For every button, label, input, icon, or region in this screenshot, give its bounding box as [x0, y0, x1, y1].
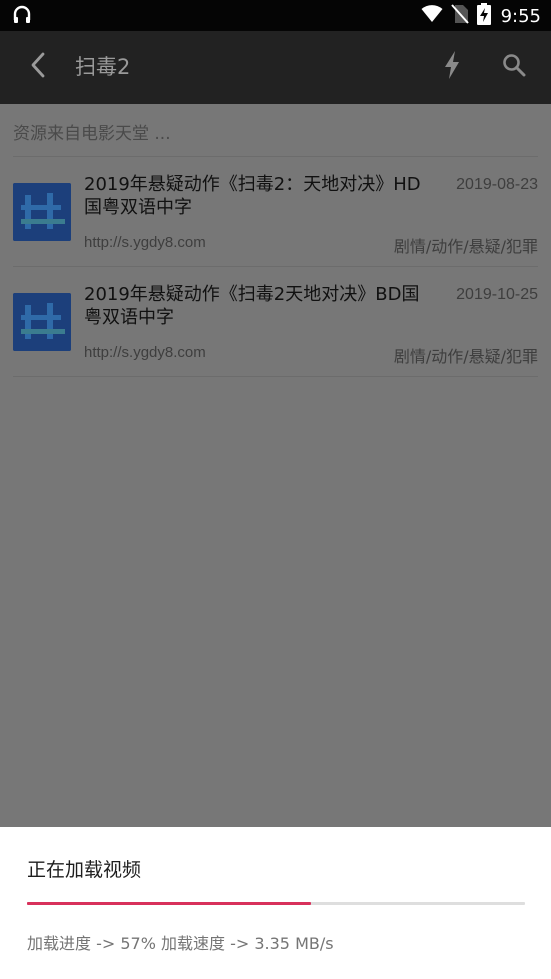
item-url: http://s.ygdy8.com: [84, 344, 206, 361]
loading-dialog: 正在加载视频 加载进度 -> 57% 加载速度 -> 3.35 MB/s: [0, 827, 551, 979]
back-arrow-icon: [30, 52, 46, 82]
status-icons: 9:55: [421, 3, 541, 29]
item-title: 2019年悬疑动作《扫毒2天地对决》BD国粤双语中字: [84, 284, 420, 328]
back-button[interactable]: [20, 49, 56, 85]
list-item[interactable]: 2019年悬疑动作《扫毒2天地对决》BD国粤双语中字 2019-10-25 ht…: [0, 267, 551, 377]
item-date: 2019-08-23: [456, 176, 538, 193]
no-sim-icon: [450, 4, 469, 28]
dialog-title: 正在加载视频: [27, 859, 142, 881]
app-bar: 扫毒2: [0, 31, 551, 104]
wifi-icon: [421, 5, 443, 27]
flash-button[interactable]: [436, 49, 468, 85]
divider: [13, 376, 538, 377]
item-tags: 剧情/动作/悬疑/犯罪: [393, 237, 538, 256]
status-time: 9:55: [500, 5, 541, 27]
loading-status: 加载进度 -> 57% 加载速度 -> 3.35 MB/s: [27, 934, 334, 953]
item-title: 2019年悬疑动作《扫毒2：天地对决》HD国粤双语中字: [84, 174, 421, 218]
item-date: 2019-10-25: [456, 286, 538, 303]
progress-bar: [27, 902, 525, 905]
search-results: 资源来自电影天堂 ... 2019年悬疑动作《扫毒2：天地对决》HD国粤双语中字…: [0, 104, 551, 827]
movie-thumbnail-icon: [13, 293, 71, 351]
list-item[interactable]: 2019年悬疑动作《扫毒2：天地对决》HD国粤双语中字 2019-08-23 h…: [0, 157, 551, 267]
source-note: 资源来自电影天堂 ...: [13, 124, 171, 144]
item-url: http://s.ygdy8.com: [84, 234, 206, 251]
movie-thumbnail-icon: [13, 183, 71, 241]
battery-charging-icon: [476, 3, 491, 29]
progress-fill: [27, 902, 311, 905]
screen: 9:55 扫毒2 资源来自电影天堂 ... 2019年悬疑动作《扫毒2：天地对决…: [0, 0, 551, 979]
item-tags: 剧情/动作/悬疑/犯罪: [393, 347, 538, 366]
search-button[interactable]: [496, 49, 532, 85]
search-icon: [502, 53, 526, 81]
status-bar: 9:55: [0, 0, 551, 31]
flash-icon: [443, 50, 461, 84]
headset-notification-icon: [13, 5, 31, 25]
page-title: 扫毒2: [75, 55, 131, 79]
